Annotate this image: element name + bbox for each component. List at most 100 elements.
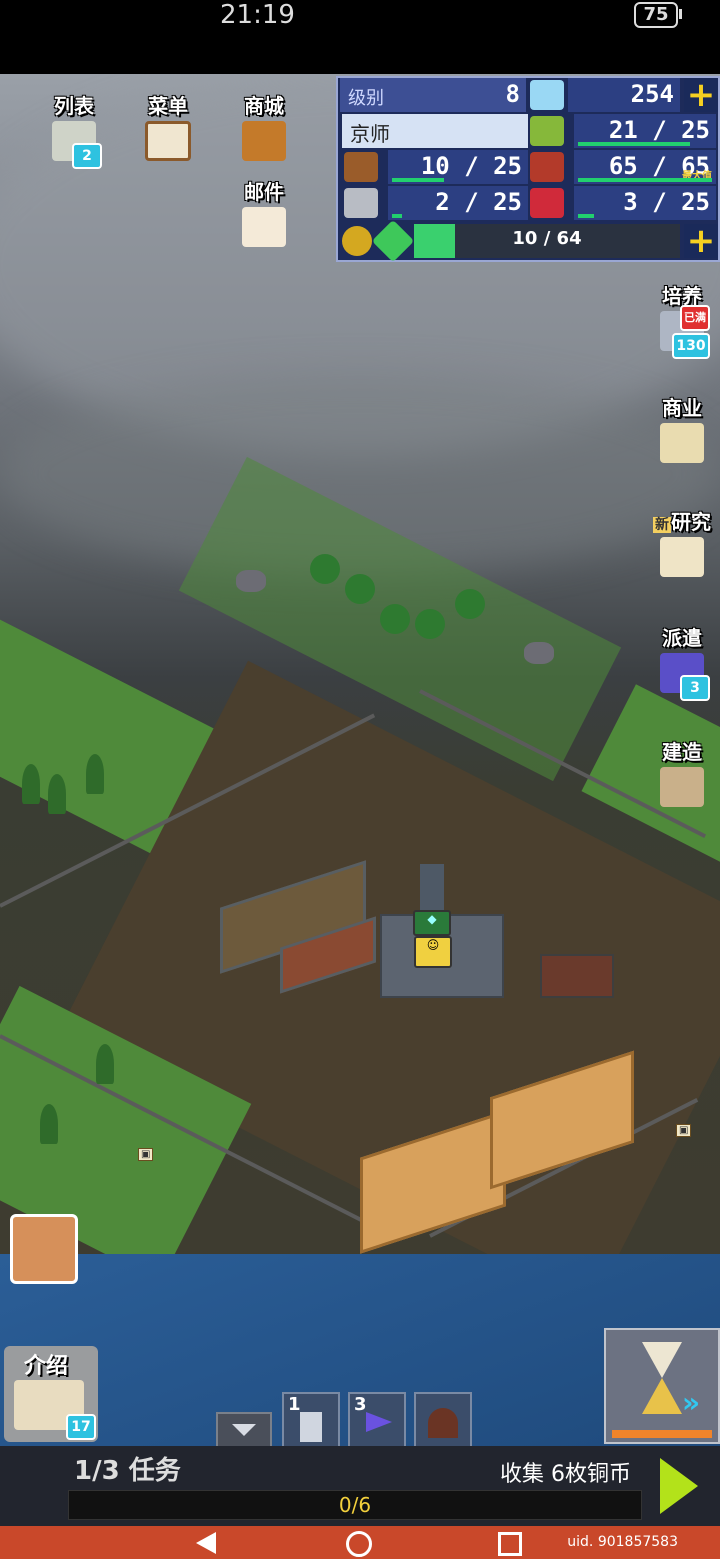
slot-count: 3: [354, 1394, 367, 1415]
wood-row: 10 / 25 65 / 65 最大值: [338, 150, 718, 186]
list-button[interactable]: 列表 2: [44, 90, 104, 169]
ruby-icon: [530, 188, 564, 218]
hero-portrait-icon[interactable]: [10, 1214, 78, 1284]
rock: [236, 570, 266, 592]
diamond-value: 254: [630, 80, 674, 108]
food-cell: 65 / 65 最大值: [574, 150, 716, 184]
list-badge: 2: [72, 143, 102, 169]
flag-icon: [366, 1412, 392, 1432]
shop-building[interactable]: [540, 954, 614, 998]
grain-icon: [530, 116, 564, 146]
unit-slot-castle[interactable]: 1: [282, 1392, 340, 1446]
stone-bar: [392, 214, 402, 218]
city-row: 京师 21 / 25: [338, 114, 718, 150]
envelope-icon: [242, 207, 286, 247]
mission-count-value: 1/3: [74, 1456, 120, 1486]
signpost[interactable]: ▣: [138, 1148, 154, 1161]
pine-tree: [48, 774, 66, 814]
research-label: 新研究: [650, 506, 714, 535]
clock: 21:19: [220, 0, 295, 30]
ruby-value: 3 / 25: [623, 188, 710, 216]
battery-tip-icon: [679, 9, 682, 19]
add-diamond-button[interactable]: +: [684, 78, 718, 112]
collapse-button[interactable]: [216, 1412, 272, 1446]
slot-count: 1: [288, 1394, 301, 1415]
pine-tree: [86, 754, 104, 794]
exp-bar-container: 10 / 64: [414, 224, 680, 258]
mission-bar[interactable]: 1/3 任务 收集 6枚铜币 0/6: [0, 1446, 720, 1526]
speed-bar: [612, 1430, 712, 1438]
grain-bar: [578, 142, 690, 146]
research-button[interactable]: 新研究: [650, 506, 714, 577]
battery-indicator: 75: [634, 2, 678, 28]
stone-cell: 2 / 25: [388, 186, 528, 220]
shop-label: 商城: [244, 94, 284, 118]
train-button[interactable]: 培养 已满 130: [650, 280, 714, 359]
stone-row: 2 / 25 3 / 25: [338, 186, 718, 222]
signboard-icon: [145, 121, 191, 161]
unit-slot-flag[interactable]: 3: [348, 1392, 406, 1446]
business-button[interactable]: 商业: [650, 392, 714, 463]
pine-tree: [22, 764, 40, 804]
home-icon[interactable]: [346, 1531, 372, 1557]
build-button[interactable]: 建造: [650, 736, 714, 807]
grain-value: 21 / 25: [608, 116, 710, 144]
fast-forward-icon: »: [682, 1386, 701, 1419]
back-icon[interactable]: [196, 1532, 216, 1554]
worker-bubble-icon[interactable]: ☺: [414, 936, 452, 968]
intro-badge: 17: [66, 1414, 96, 1440]
signpost[interactable]: ▣: [676, 1124, 692, 1137]
status-bar: 21:19 75: [0, 0, 720, 74]
resource-panel: 级别 8 254 + 京师 21 / 25 10 / 25 65 / 65 最大…: [336, 76, 720, 263]
speed-up-button[interactable]: »: [604, 1328, 720, 1444]
mission-count: 1/3 任务: [74, 1450, 181, 1487]
flag-icon: 3: [660, 653, 710, 701]
intro-label: 介绍: [24, 1354, 69, 1379]
wood-value: 10 / 25: [420, 152, 522, 180]
play-icon[interactable]: [660, 1458, 698, 1514]
level-label: 级别: [348, 88, 384, 109]
exp-value: 10 / 64: [512, 228, 582, 249]
mail-button[interactable]: 邮件: [234, 176, 294, 247]
list-label: 列表: [54, 94, 94, 118]
scroll-quill-icon: [660, 537, 704, 577]
mission-text: 收集 6枚铜币: [500, 1462, 631, 1487]
treasure-chest-icon: [242, 121, 286, 161]
menu-button[interactable]: 菜单: [138, 90, 198, 161]
house-icon: [660, 423, 704, 463]
ruby-bar: [578, 214, 594, 218]
hammer-icon: [660, 767, 704, 807]
food-bar: [578, 178, 712, 182]
shop-button[interactable]: 商城: [234, 90, 294, 161]
unit-slot-cave[interactable]: [414, 1392, 472, 1446]
mission-progress: 0/6: [68, 1490, 642, 1520]
level-row: 级别 8 254 +: [338, 78, 718, 114]
palm-tree: [455, 589, 485, 619]
knight-icon: 2: [52, 121, 102, 169]
full-tag: 已满: [680, 305, 710, 331]
exp-row: 10 / 64 +: [338, 219, 718, 263]
research-text: 研究: [671, 510, 711, 534]
stone-value: 2 / 25: [435, 188, 522, 216]
dispatch-label: 派遣: [662, 626, 702, 650]
intro-button[interactable]: 介绍 17: [4, 1346, 98, 1442]
gem-bubble-icon[interactable]: ◆: [413, 910, 451, 936]
build-label: 建造: [662, 740, 702, 764]
dispatch-button[interactable]: 派遣 3: [650, 622, 714, 701]
dispatch-badge: 3: [680, 675, 710, 701]
grain-cell: 21 / 25: [574, 114, 716, 148]
city-name: 京师: [350, 122, 390, 146]
mission-progress-text: 0/6: [338, 1493, 372, 1517]
city-name-field[interactable]: 京师: [342, 114, 528, 148]
train-badge: 130: [672, 333, 710, 359]
food-icon: [530, 152, 564, 182]
recents-icon[interactable]: [498, 1532, 522, 1556]
pine-tree: [96, 1044, 114, 1084]
add-exp-button[interactable]: +: [684, 224, 718, 258]
mail-label: 邮件: [244, 180, 284, 204]
user-id: uid. 901857583: [567, 1534, 678, 1550]
game-world[interactable]: ◆ ☺ ▣ ▣ 列表 2 菜单 商城 邮件 培养 已满 130 商业 新研究 派…: [0, 74, 720, 1446]
mission-title: 任务: [128, 1456, 181, 1486]
diamond-cell: 254: [568, 78, 680, 112]
wood-cell: 10 / 25: [388, 150, 528, 184]
